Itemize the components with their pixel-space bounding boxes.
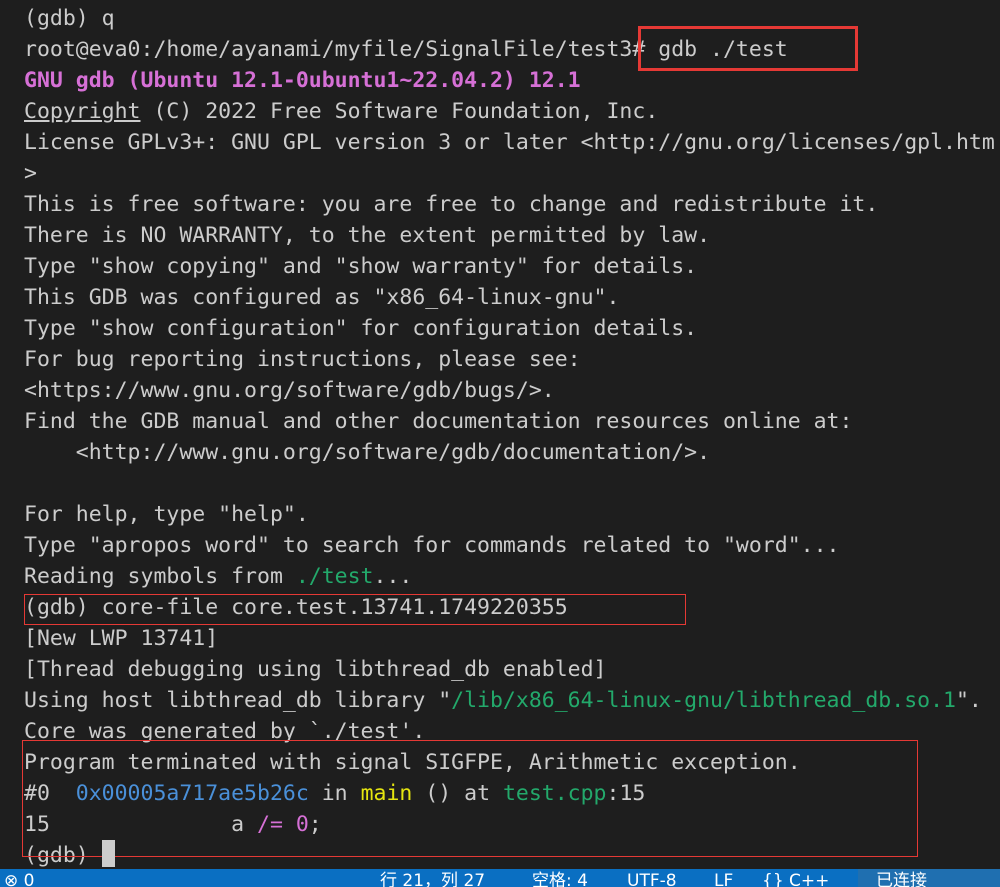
terminal-text-segment: [New LWP 13741] — [24, 626, 219, 651]
terminal-line: This is free software: you are free to c… — [24, 189, 878, 220]
terminal-line: This GDB was configured as "x86_64-linux… — [24, 282, 619, 313]
status-encoding[interactable]: UTF-8 — [627, 869, 677, 887]
terminal-line: (gdb) core-file core.test.13741.17492203… — [24, 592, 568, 623]
terminal-line: <http://www.gnu.org/software/gdb/documen… — [24, 437, 710, 468]
terminal-text-segment: in — [308, 781, 361, 806]
terminal-line: GNU gdb (Ubuntu 12.1-0ubuntu1~22.04.2) 1… — [24, 65, 581, 96]
terminal-line: Type "show configuration" for configurat… — [24, 313, 697, 344]
terminal-cursor — [102, 840, 115, 867]
terminal-text-segment: <https://www.gnu.org/software/gdb/bugs/>… — [24, 378, 555, 403]
terminal-line: root@eva0:/home/ayanami/myfile/SignalFil… — [24, 34, 788, 65]
terminal-line: #0 0x00005a717ae5b26c in main () at test… — [24, 778, 645, 809]
terminal-line: (gdb) — [24, 840, 102, 869]
status-language[interactable]: {} C++ — [762, 869, 829, 887]
terminal-text-segment: For bug reporting instructions, please s… — [24, 347, 581, 372]
terminal-text-segment: #0 — [24, 781, 76, 806]
terminal-text-segment: ./test — [295, 564, 374, 589]
terminal-text-segment: ... — [373, 564, 413, 589]
terminal-text-segment: (C) 2022 Free Software Foundation, Inc. — [140, 99, 659, 124]
terminal-text-segment: Using host libthread_db library " — [24, 688, 452, 713]
terminal-line: (gdb) q — [24, 3, 115, 34]
terminal-line: Find the GDB manual and other documentat… — [24, 406, 852, 437]
terminal-text-segment: Program terminated with signal SIGFPE, A… — [24, 750, 801, 775]
terminal-text-segment: <http://www.gnu.org/software/gdb/documen… — [24, 440, 711, 465]
terminal-line: <https://www.gnu.org/software/gdb/bugs/>… — [24, 375, 555, 406]
terminal-text-segment: 0x00005a717ae5b26c — [75, 781, 309, 806]
terminal-line: > — [24, 158, 37, 189]
terminal-text-segment: > — [24, 161, 37, 186]
terminal-text-segment: (gdb) q — [24, 6, 115, 31]
terminal-text-segment: (gdb) core-file core.test.13741.17492203… — [24, 595, 568, 620]
terminal-line: Type "show copying" and "show warranty" … — [24, 251, 697, 282]
terminal-line: Program terminated with signal SIGFPE, A… — [24, 747, 801, 778]
terminal-text-segment: test.cpp — [502, 781, 607, 806]
terminal-line: 15 a /= 0; — [24, 809, 322, 840]
terminal-line: [Thread debugging using libthread_db ena… — [24, 654, 606, 685]
terminal-text-segment: (gdb) — [24, 843, 102, 868]
status-indentation[interactable]: 空格: 4 — [532, 869, 588, 887]
terminal-text-segment: [Thread debugging using libthread_db ena… — [24, 657, 607, 682]
terminal-text-segment: GNU gdb (Ubuntu 12.1-0ubuntu1~22.04.2) 1… — [24, 68, 581, 93]
status-line-ending[interactable]: LF — [714, 869, 733, 887]
status-bar: ⊗ 0 行 21，列 27 空格: 4 UTF-8 LF {} C++ 已连接 — [0, 869, 1000, 887]
terminal-line: Using host libthread_db library "/lib/x8… — [24, 685, 982, 716]
terminal-text-segment: This is free software: you are free to c… — [24, 192, 879, 217]
terminal-text-segment: Type "show configuration" for configurat… — [24, 316, 698, 341]
terminal-text-segment: () at — [412, 781, 503, 806]
terminal-text-segment: ; — [308, 812, 322, 837]
terminal-text-segment: Type "apropos word" to search for comman… — [24, 533, 840, 558]
terminal-text-segment: License GPLv3+: GNU GPL version 3 or lat… — [24, 130, 995, 155]
terminal-text-segment: There is NO WARRANTY, to the extent perm… — [24, 223, 711, 248]
terminal-line: Copyright (C) 2022 Free Software Foundat… — [24, 96, 658, 127]
status-problems[interactable]: ⊗ 0 — [4, 869, 34, 887]
terminal-text-segment: 15 a — [24, 812, 257, 837]
terminal-panel[interactable]: root@eva0:/home/ayanami/myfile/SignalFil… — [0, 0, 1000, 869]
terminal-text-segment: For help, type "help". — [24, 502, 309, 527]
terminal-text-segment: ". — [955, 688, 982, 713]
terminal-text-segment: :15 — [606, 781, 646, 806]
status-connected[interactable]: 已连接 — [858, 869, 1000, 887]
terminal-text-segment: /lib/x86_64-linux-gnu/libthread_db.so.1 — [451, 688, 956, 713]
status-cursor-position[interactable]: 行 21，列 27 — [380, 869, 485, 887]
terminal-text-segment: root@eva0:/home/ayanami/myfile/SignalFil… — [24, 37, 788, 62]
terminal-line: License GPLv3+: GNU GPL version 3 or lat… — [24, 127, 995, 158]
terminal-line: Core was generated by `./test'. — [24, 716, 425, 747]
terminal-text-segment: /= 0 — [257, 812, 309, 837]
terminal-text-segment: Type "show copying" and "show warranty" … — [24, 254, 698, 279]
terminal-line: For bug reporting instructions, please s… — [24, 344, 581, 375]
terminal-text-segment: This GDB was configured as "x86_64-linux… — [24, 285, 620, 310]
terminal-line: [New LWP 13741] — [24, 623, 218, 654]
terminal-text-segment: Copyright — [24, 99, 141, 124]
terminal-text-segment: Reading symbols from — [24, 564, 296, 589]
terminal-line: Type "apropos word" to search for comman… — [24, 530, 839, 561]
terminal-text-segment: Core was generated by `./test'. — [24, 719, 426, 744]
terminal-text-segment: main — [360, 781, 413, 806]
terminal-line: Reading symbols from ./test... — [24, 561, 412, 592]
terminal-line: There is NO WARRANTY, to the extent perm… — [24, 220, 710, 251]
terminal-line: For help, type "help". — [24, 499, 309, 530]
terminal-text-segment: Find the GDB manual and other documentat… — [24, 409, 853, 434]
